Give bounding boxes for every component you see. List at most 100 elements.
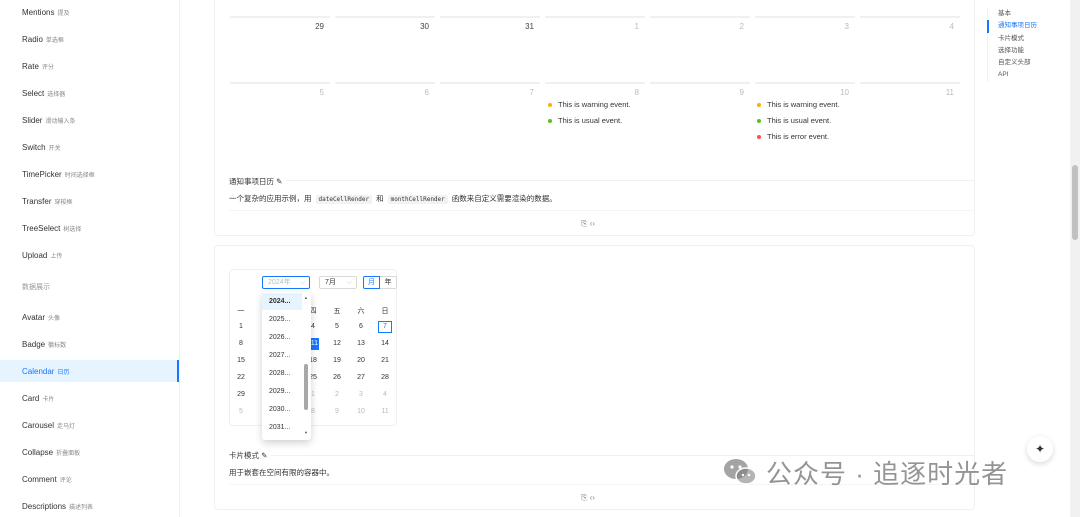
sidebar-item-badge[interactable]: Badge 徽标数 xyxy=(22,340,66,349)
sidebar-item-avatar[interactable]: Avatar 头像 xyxy=(22,313,60,322)
day-cell[interactable]: 27 xyxy=(354,372,368,384)
year-option[interactable]: 2026... xyxy=(262,329,302,346)
year-option[interactable]: 2030... xyxy=(262,401,302,418)
event-text: This is warning event. xyxy=(767,100,840,109)
weekday-label: 六 xyxy=(357,308,365,315)
year-option[interactable]: 2025... xyxy=(262,311,302,328)
day-cell[interactable]: 22 xyxy=(234,372,248,384)
day-cell[interactable]: 6 xyxy=(354,321,368,333)
day-cell[interactable]: 26 xyxy=(330,372,344,384)
day-cell[interactable]: 4 xyxy=(378,389,392,401)
sidebar-item-label: Mentions xyxy=(22,8,55,17)
sidebar-item-carousel[interactable]: Carousel 走马灯 xyxy=(22,421,75,430)
day-cell[interactable]: 19 xyxy=(330,355,344,367)
sidebar-item-label: Slider xyxy=(22,116,43,125)
sidebar-item-label: Transfer xyxy=(22,197,52,206)
sidebar-item-zh: 时间选择框 xyxy=(64,173,95,179)
edit-icon[interactable]: ✎ xyxy=(276,177,282,186)
day-cell[interactable]: 20 xyxy=(354,355,368,367)
sidebar-item-zh: 开关 xyxy=(48,146,61,152)
calendar-cell[interactable]: 6 xyxy=(335,82,435,152)
day-cell[interactable]: 15 xyxy=(234,355,248,367)
day-cell[interactable]: 13 xyxy=(354,338,368,350)
theme-magic-icon[interactable]: ✦ xyxy=(1027,436,1053,462)
sidebar-item-collapse[interactable]: Collapse 折叠面板 xyxy=(22,448,80,457)
code-actions[interactable]: ⎘ ‹› xyxy=(581,493,595,503)
calendar-cell[interactable]: 1 xyxy=(545,16,645,76)
toc-item[interactable]: 基本 xyxy=(988,8,1057,20)
sidebar-item-zh: 评分 xyxy=(41,65,54,71)
sidebar-item-switch[interactable]: Switch 开关 xyxy=(22,143,61,152)
error-dot-icon xyxy=(757,135,761,140)
year-option[interactable]: 2027... xyxy=(262,347,302,364)
page-scrollbar-thumb[interactable] xyxy=(1072,165,1078,240)
day-cell[interactable]: 21 xyxy=(378,355,392,367)
calendar-cell[interactable]: 30 xyxy=(335,16,435,76)
scroll-down-icon[interactable]: ▼ xyxy=(304,430,308,435)
sidebar-item-card[interactable]: Card 卡片 xyxy=(22,394,54,403)
toc-item[interactable]: 自定义头部 xyxy=(988,57,1057,69)
sidebar-item-comment[interactable]: Comment 评论 xyxy=(22,475,72,484)
dropdown-scrollbar-thumb[interactable] xyxy=(304,364,308,410)
year-option[interactable]: 2031... xyxy=(262,419,302,436)
calendar-cell[interactable]: 11 xyxy=(860,82,960,152)
calendar-cell[interactable]: 31 xyxy=(440,16,540,76)
calendar-cell[interactable]: 4 xyxy=(860,16,960,76)
day-cell-today[interactable]: 7 xyxy=(378,321,392,333)
mode-month-button[interactable]: 月 xyxy=(363,276,380,289)
day-cell[interactable]: 12 xyxy=(330,338,344,350)
sidebar-item-descriptions[interactable]: Descriptions 描述列表 xyxy=(22,502,93,511)
code-actions[interactable]: ⎘ ‹› xyxy=(581,219,595,229)
calendar-cell[interactable]: 2 xyxy=(650,16,750,76)
scroll-up-icon[interactable]: ▲ xyxy=(304,295,308,300)
day-cell[interactable]: 8 xyxy=(234,338,248,350)
day-cell[interactable]: 5 xyxy=(330,321,344,333)
day-cell[interactable]: 3 xyxy=(354,389,368,401)
weekday-label: 日 xyxy=(381,308,389,315)
calendar-cell[interactable]: 9 xyxy=(650,82,750,152)
calendar-cell[interactable]: 7 xyxy=(440,82,540,152)
toc-item[interactable]: API xyxy=(988,69,1057,81)
sidebar-item-select[interactable]: Select 选择器 xyxy=(22,89,65,98)
edit-icon[interactable]: ✎ xyxy=(261,451,267,460)
calendar-date: 6 xyxy=(424,88,429,97)
toc-item[interactable]: 选择功能 xyxy=(988,45,1057,57)
sidebar-item-timepicker[interactable]: TimePicker 时间选择框 xyxy=(22,170,95,179)
day-cell[interactable]: 14 xyxy=(378,338,392,350)
calendar-cell[interactable]: 3 xyxy=(755,16,855,76)
sidebar-item-calendar[interactable]: Calendar 日历 xyxy=(22,367,69,376)
day-cell[interactable]: 29 xyxy=(234,389,248,401)
calendar-date: 1 xyxy=(634,22,639,31)
demo-title: 通知事项日历 ✎ xyxy=(229,176,287,187)
year-option[interactable]: 2024... xyxy=(262,293,302,310)
day-cell[interactable]: 10 xyxy=(354,406,368,418)
sidebar-item-radio[interactable]: Radio 单选框 xyxy=(22,35,64,44)
day-cell[interactable]: 1 xyxy=(234,321,248,333)
sidebar-item-transfer[interactable]: Transfer 穿梭框 xyxy=(22,197,73,206)
calendar-cell[interactable]: 29 xyxy=(230,16,330,76)
event-text: This is usual event. xyxy=(558,116,623,125)
toc-item[interactable]: 卡片模式 xyxy=(988,33,1057,45)
month-select[interactable]: 7月 ⌵ xyxy=(319,276,357,289)
sidebar-item-zh: 描述列表 xyxy=(69,505,94,511)
calendar-cell[interactable]: 5 xyxy=(230,82,330,152)
toc-item-active[interactable]: 通知事项日历 xyxy=(987,20,1057,33)
day-cell[interactable]: 9 xyxy=(330,406,344,418)
year-option[interactable]: 2029... xyxy=(262,383,302,400)
sidebar-item-treeselect[interactable]: TreeSelect 树选择 xyxy=(22,224,81,233)
year-option[interactable]: 2028... xyxy=(262,365,302,382)
calendar-event: This is error event. xyxy=(757,132,829,141)
day-cell[interactable]: 2 xyxy=(330,389,344,401)
mode-year-button[interactable]: 年 xyxy=(380,276,397,289)
sidebar-item-slider[interactable]: Slider 滑动输入条 xyxy=(22,116,75,125)
year-select[interactable]: 2024年 ⌵ xyxy=(262,276,310,289)
sidebar-item-rate[interactable]: Rate 评分 xyxy=(22,62,54,71)
day-cell[interactable]: 5 xyxy=(234,406,248,418)
chevron-down-icon: ⌵ xyxy=(299,279,305,286)
day-cell[interactable]: 28 xyxy=(378,372,392,384)
sidebar-item-upload[interactable]: Upload 上传 xyxy=(22,251,62,260)
page-scrollbar[interactable] xyxy=(1070,0,1080,517)
success-dot-icon xyxy=(548,119,552,124)
sidebar-item-mentions[interactable]: Mentions 提及 xyxy=(22,8,69,17)
day-cell[interactable]: 11 xyxy=(378,406,392,418)
